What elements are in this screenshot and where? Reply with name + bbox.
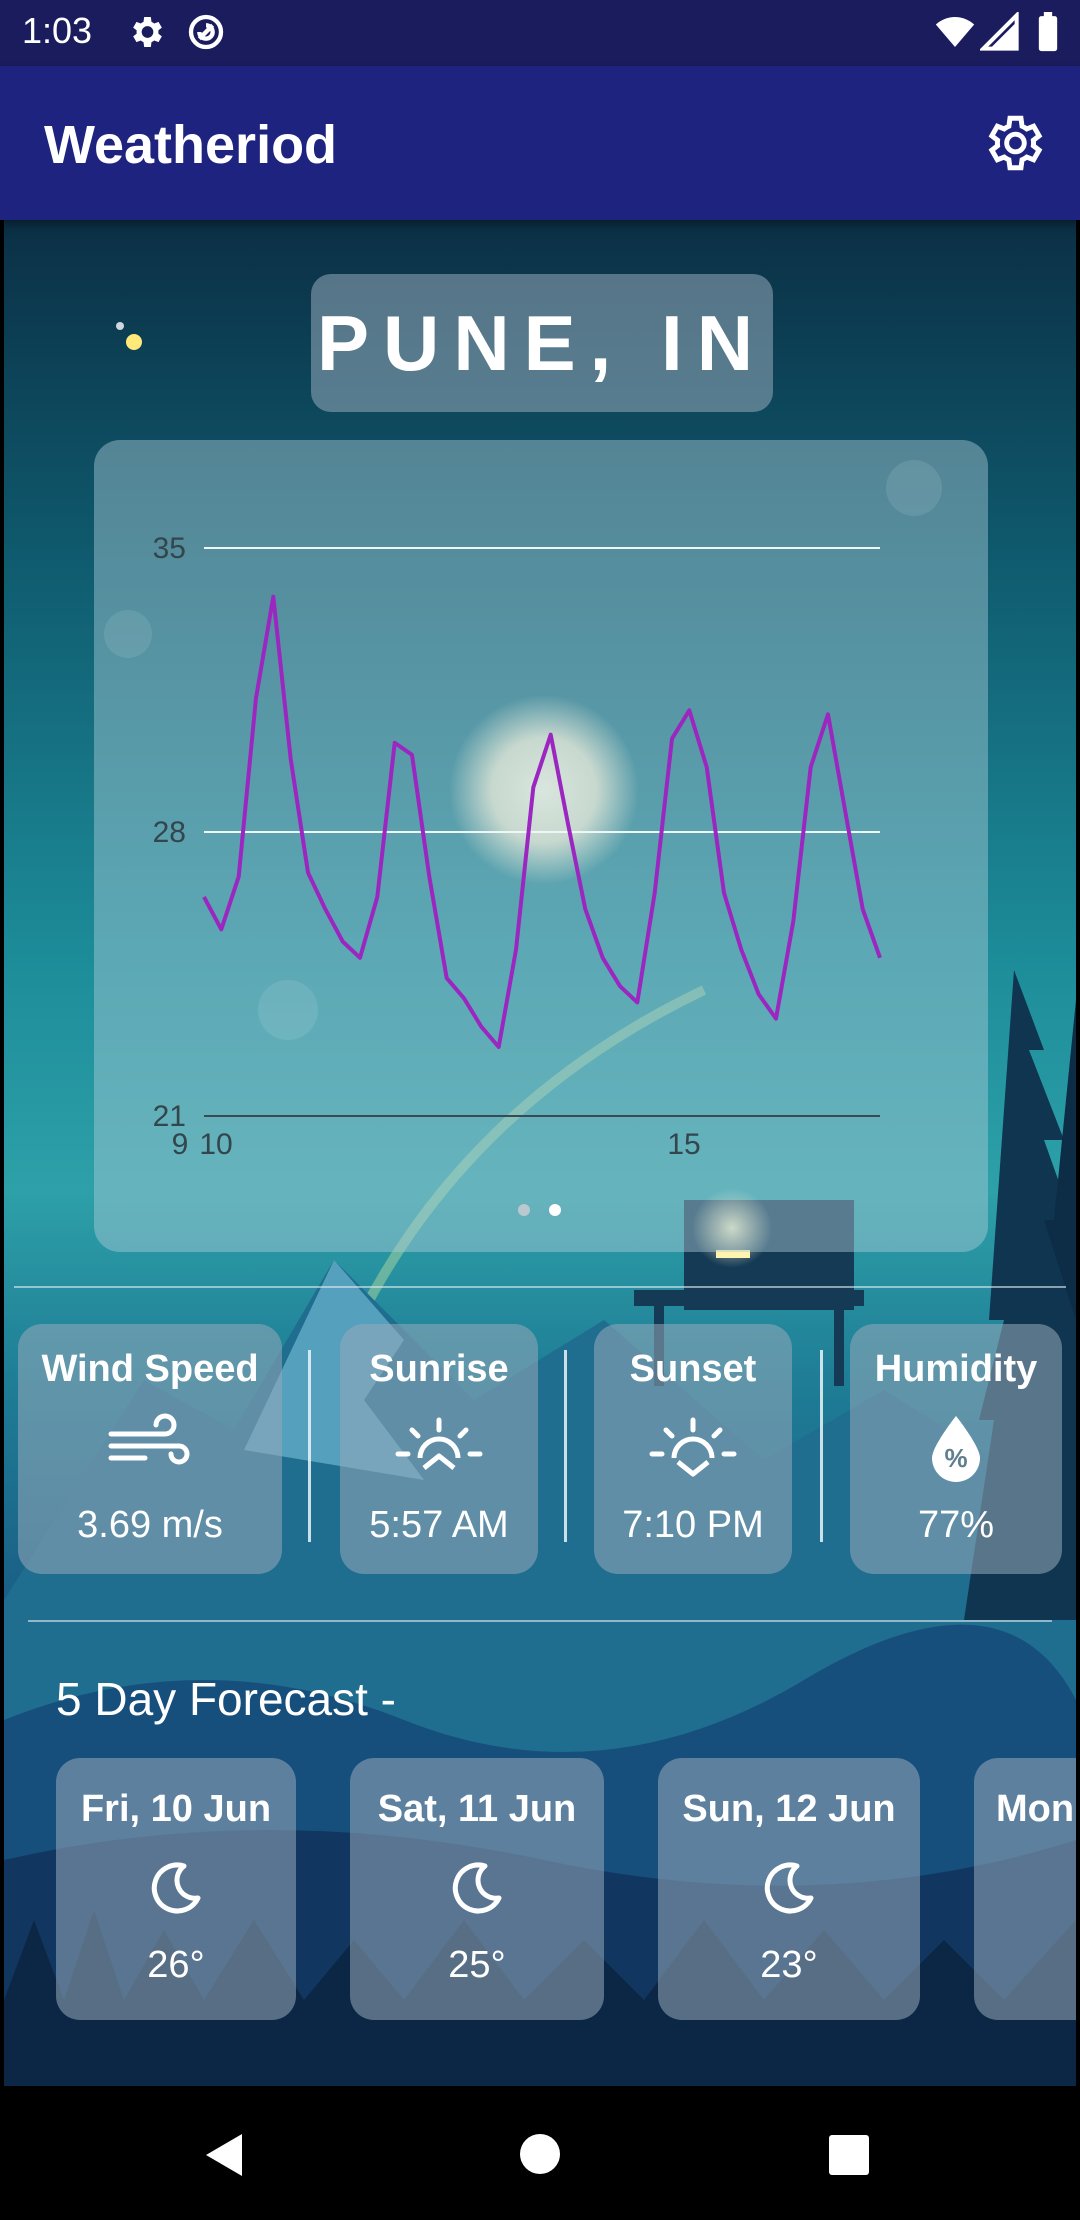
x-tick-label: 9 (172, 1128, 189, 1161)
stat-value: 7:10 PM (622, 1504, 764, 1546)
sunset-icon (649, 1417, 737, 1477)
stat-separator (308, 1350, 311, 1542)
stat-label: Humidity (874, 1348, 1038, 1390)
battery-icon (1038, 12, 1058, 52)
stat-label: Wind Speed (41, 1348, 259, 1390)
status-time: 1:03 (22, 10, 93, 51)
location-label: PUNE, IN (311, 274, 773, 412)
moon-icon (452, 1862, 502, 1914)
forecast-temp: 26° (147, 1944, 205, 1986)
pager-dot-active[interactable] (549, 1204, 561, 1216)
moon-icon (151, 1862, 201, 1914)
humidity-icon: % (932, 1416, 980, 1482)
stat-label: Sunset (629, 1348, 757, 1390)
temperature-series-line (202, 594, 882, 1049)
wind-icon (108, 1413, 190, 1465)
weather-content: PUNE, IN 35 28 21 9 10 15 Wind Speed 3.69 m/s… (4, 220, 1076, 2086)
stat-value: 3.69 m/s (77, 1504, 223, 1546)
stat-sunrise: Sunrise 5:57 AM (340, 1324, 538, 1574)
stat-separator (564, 1350, 567, 1542)
stat-value: 5:57 AM (369, 1504, 509, 1546)
forecast-temp: 25° (448, 1944, 506, 1986)
temperature-chart-card[interactable]: 35 28 21 9 10 15 (94, 440, 988, 1252)
gear-icon (133, 17, 162, 47)
forecast-day-label: Mon (996, 1788, 1075, 1830)
app-title: Weatheriod (44, 115, 338, 175)
forecast-day-label: Sun, 12 Jun (682, 1788, 896, 1830)
stat-wind-speed: Wind Speed 3.69 m/s (18, 1324, 282, 1574)
temperature-line-chart: 3528219 10 15 (153, 532, 882, 1161)
forecast-day-card[interactable]: Sat, 11 Jun 25° (350, 1758, 604, 2020)
chart-pager[interactable] (4, 1200, 1076, 1220)
recents-icon[interactable] (828, 2134, 870, 2176)
forecast-day-card[interactable]: Mon (974, 1758, 1076, 2020)
at-icon (188, 14, 224, 50)
stat-separator (820, 1350, 823, 1542)
stat-humidity: Humidity % 77% (850, 1324, 1062, 1574)
status-bar: 1:03 (0, 0, 1080, 66)
svg-text:%: % (944, 1443, 967, 1473)
settings-gear-icon[interactable] (980, 110, 1046, 176)
x-tick-label: 10 (199, 1128, 232, 1161)
stat-label: Sunrise (369, 1348, 509, 1390)
forecast-day-card[interactable]: Fri, 10 Jun 26° (56, 1758, 296, 2020)
signal-icon (980, 12, 1019, 51)
back-icon[interactable] (202, 2132, 246, 2178)
y-tick-label: 28 (153, 816, 186, 849)
forecast-day-label: Sat, 11 Jun (377, 1788, 577, 1830)
divider (28, 1620, 1052, 1622)
pager-dot[interactable] (518, 1204, 530, 1216)
forecast-temp: 23° (760, 1944, 818, 1986)
app-bar: Weatheriod (0, 66, 1080, 220)
system-nav-bar (0, 2086, 1080, 2220)
y-tick-label: 35 (153, 532, 186, 565)
divider (14, 1286, 1066, 1288)
moon-icon (764, 1862, 814, 1914)
sunrise-icon (395, 1417, 483, 1470)
stat-value: 77% (917, 1504, 995, 1546)
forecast-day-label: Fri, 10 Jun (80, 1788, 272, 1830)
stat-sunset: Sunset 7:10 PM (594, 1324, 792, 1574)
x-tick-label: 15 (667, 1128, 700, 1161)
home-icon[interactable] (518, 2132, 562, 2176)
forecast-title: 5 Day Forecast - (56, 1673, 396, 1725)
wifi-icon (935, 17, 975, 47)
forecast-day-card[interactable]: Sun, 12 Jun 23° (658, 1758, 920, 2020)
